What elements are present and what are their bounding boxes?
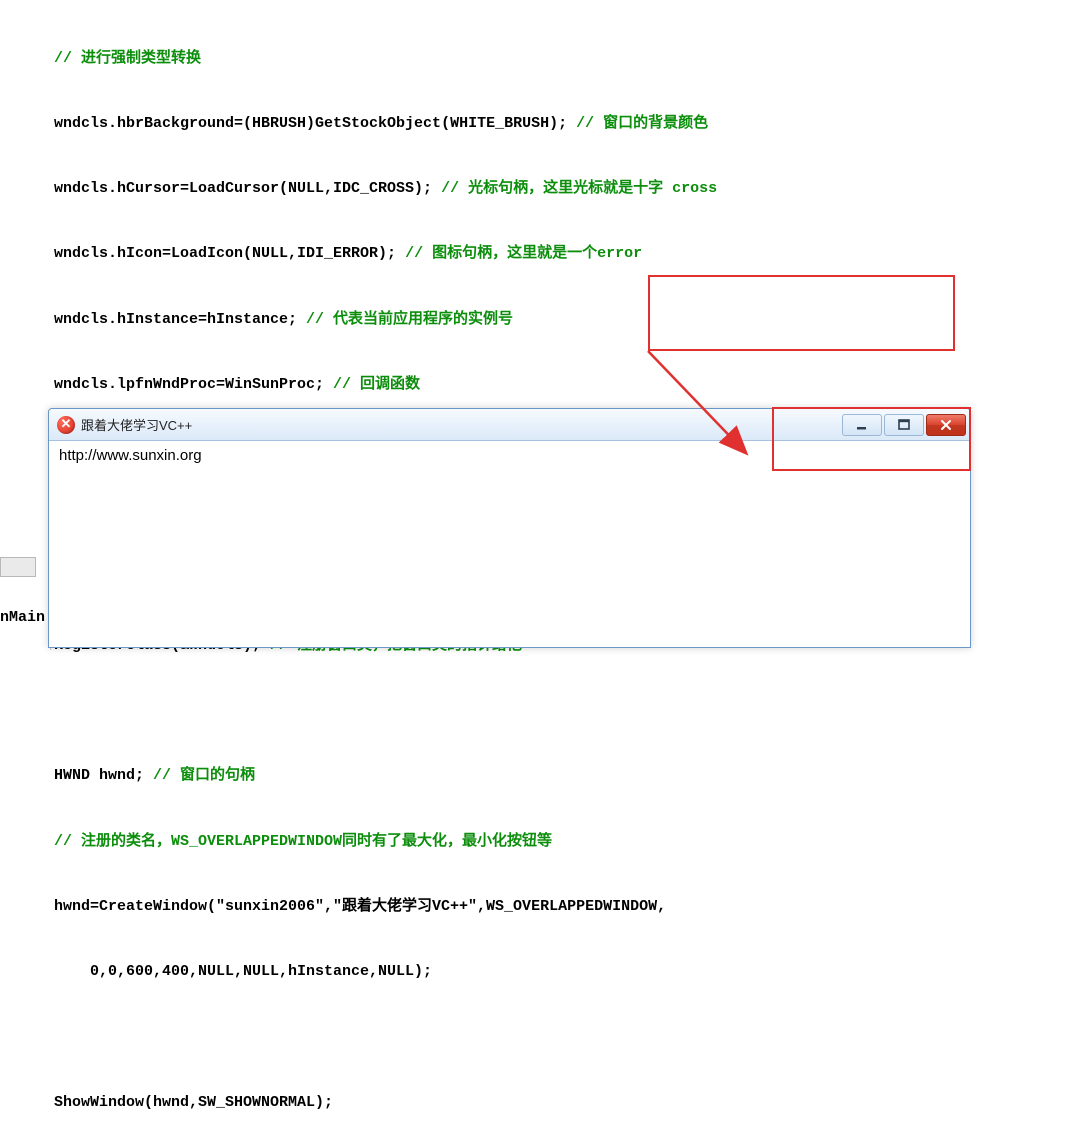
close-button[interactable] (926, 414, 966, 436)
code-text: wndcls.lpfnWndProc=WinSunProc; (54, 376, 333, 393)
code-comment: // 注册的类名，WS_OVERLAPPEDWINDOW同时有了最大化，最小化按… (54, 833, 552, 850)
code-comment: // 代表当前应用程序的实例号 (306, 311, 513, 328)
code-text: wndcls.hbrBackground=(HBRUSH)GetStockObj… (54, 115, 576, 132)
gutter-label: nMain (0, 609, 45, 626)
window-title: 跟着大佬学习VC++ (81, 415, 842, 434)
code-comment: // 图标句柄，这里就是一个error (405, 245, 642, 262)
code-comment: // 进行强制类型转换 (54, 50, 201, 67)
blank-line (54, 1028, 63, 1045)
code-comment: // 窗口的句柄 (153, 767, 255, 784)
code-comment: // 回调函数 (333, 376, 420, 393)
code-comment: // 光标句柄，这里光标就是十字 cross (441, 180, 717, 197)
code-comment: // 窗口的背景颜色 (576, 115, 708, 132)
window-controls (842, 414, 966, 436)
maximize-button[interactable] (884, 414, 924, 436)
code-text: ShowWindow(hwnd,SW_SHOWNORMAL); (54, 1094, 333, 1111)
code-text: wndcls.hIcon=LoadIcon(NULL,IDI_ERROR); (54, 245, 405, 262)
code-text: 0,0,600,400,NULL,NULL,hInstance,NULL); (54, 963, 432, 980)
editor-gutter: nMain (0, 577, 51, 650)
code-text: wndcls.hCursor=LoadCursor(NULL,IDC_CROSS… (54, 180, 441, 197)
minimize-button[interactable] (842, 414, 882, 436)
window-titlebar[interactable]: ✕ 跟着大佬学习VC++ (49, 409, 970, 441)
child-window: ✕ 跟着大佬学习VC++ http://www.sunxin.org (48, 408, 971, 648)
error-icon: ✕ (57, 416, 75, 434)
client-text: http://www.sunxin.org (59, 447, 202, 464)
blank-line (54, 702, 63, 719)
code-text: HWND hwnd; (54, 767, 153, 784)
horizontal-scrollbar-fragment[interactable] (0, 557, 36, 577)
code-text: hwnd=CreateWindow("sunxin2006","跟着大佬学习VC… (54, 898, 666, 915)
window-client-area: http://www.sunxin.org (49, 441, 970, 470)
code-text: wndcls.hInstance=hInstance; (54, 311, 306, 328)
